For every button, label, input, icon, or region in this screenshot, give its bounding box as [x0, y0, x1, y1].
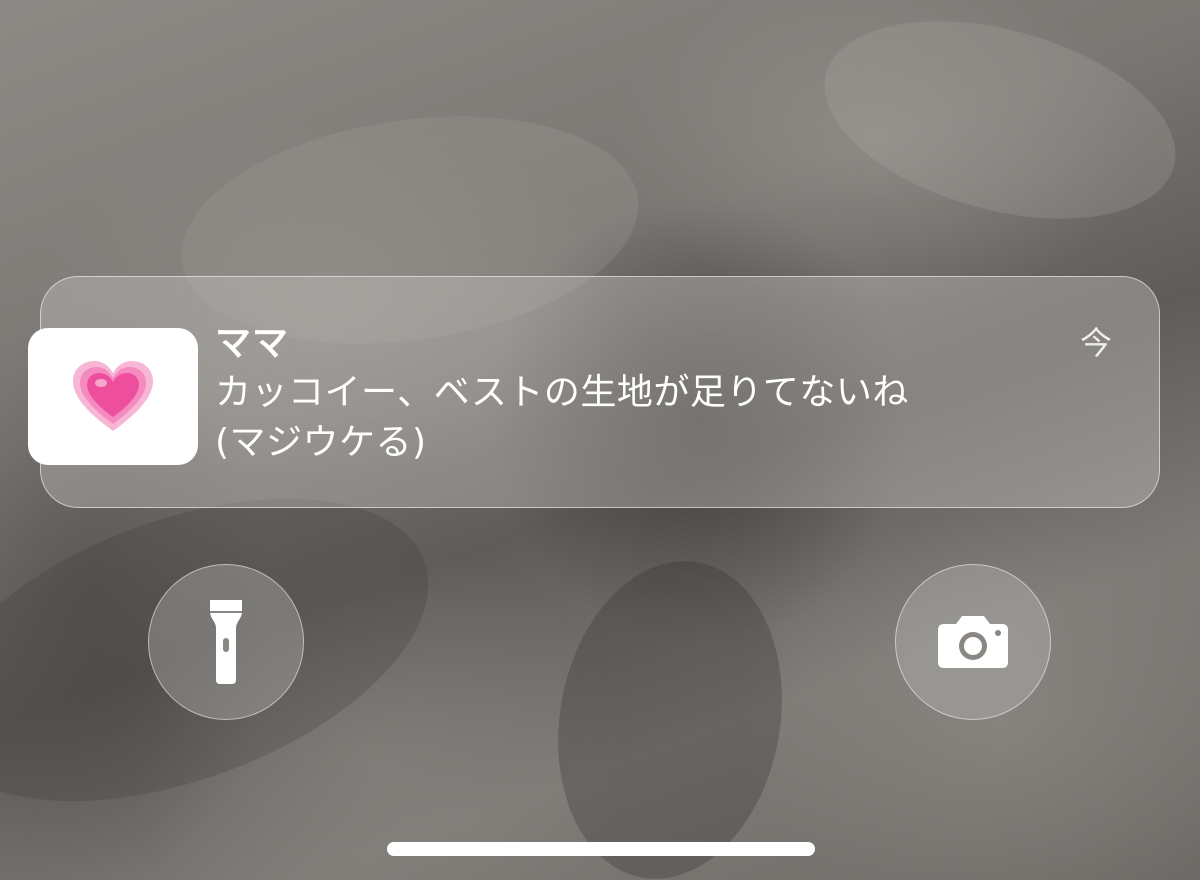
flashlight-icon: [210, 600, 242, 684]
growing-heart-icon: [73, 360, 153, 431]
notification-message: カッコイー、ベストの生地が足りてないね (マジウケる): [215, 368, 1115, 468]
notification-time: 今: [1079, 324, 1112, 362]
flashlight-button[interactable]: [148, 564, 304, 720]
wallpaper-fold: [802, 0, 1198, 254]
app-icon: [28, 328, 198, 465]
lock-screen: ママ 今 カッコイー、ベストの生地が足りてないね (マジウケる): [0, 0, 1200, 880]
message-line: (マジウケる): [215, 422, 427, 463]
wallpaper-fold: [533, 543, 807, 880]
camera-icon: [938, 616, 1008, 668]
camera-button[interactable]: [895, 564, 1051, 720]
home-indicator[interactable]: [387, 842, 815, 856]
message-line: カッコイー、ベストの生地が足りてないね: [215, 372, 909, 413]
notification-sender: ママ: [215, 323, 290, 364]
